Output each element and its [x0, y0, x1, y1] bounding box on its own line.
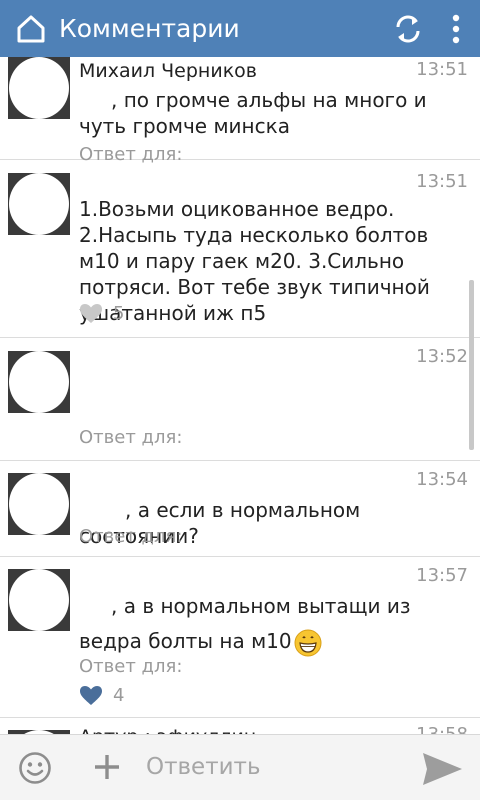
comment-time: 13:51	[416, 171, 468, 192]
comment-item[interactable]: 13:52 Ответ для:	[0, 338, 480, 461]
avatar[interactable]	[8, 173, 70, 235]
comment-text: , а в нормальном вытащи из ведра болты н…	[79, 589, 439, 659]
reply-composer	[0, 734, 480, 800]
reply-to-label: Ответ для:	[79, 656, 183, 677]
scrollbar[interactable]	[469, 280, 474, 450]
like-button[interactable]: 5	[79, 303, 124, 324]
like-count: 4	[113, 685, 125, 706]
send-icon[interactable]	[420, 750, 464, 788]
plus-icon[interactable]	[92, 752, 122, 782]
comment-author[interactable]: Михаил Черников	[79, 58, 471, 84]
avatar[interactable]	[8, 569, 70, 631]
comment-item[interactable]: 13:54 , а если в нормальном состоянии? О…	[0, 461, 480, 557]
reply-to-label: Ответ для:	[79, 427, 183, 448]
reply-to-label: Ответ для:	[79, 526, 183, 547]
home-icon[interactable]	[14, 12, 48, 46]
avatar[interactable]	[8, 57, 70, 119]
smiley-icon[interactable]	[18, 751, 52, 785]
comment-text: , по громче альфы на много и чуть громче…	[79, 88, 427, 138]
app-header: Комментарии	[0, 0, 480, 57]
comment-item[interactable]: Артур : эфиуллин 13:58	[0, 718, 480, 734]
grinning-face-icon	[294, 629, 322, 656]
comments-feed[interactable]: Михаил Черников 13:51 , по громче альфы …	[0, 57, 480, 734]
overflow-menu-icon[interactable]	[446, 9, 466, 49]
comment-item[interactable]: 13:57 , а в нормальном вытащи из ведра б…	[0, 557, 480, 718]
comment-time: 13:54	[416, 469, 468, 490]
comment-item[interactable]: 13:51 1.Возьми оцикованное ведро. 2.Насы…	[0, 160, 480, 338]
heart-icon	[80, 304, 102, 323]
heart-icon	[80, 686, 102, 705]
comment-text-body: , а в нормальном вытащи из ведра болты н…	[79, 594, 411, 653]
comment-time: 13:57	[416, 565, 468, 586]
comment-item[interactable]: Михаил Черников 13:51 , по громче альфы …	[0, 57, 480, 165]
comment-author[interactable]: Артур : эфиуллин	[79, 724, 471, 734]
comment-time: 13:58	[416, 724, 468, 734]
like-button[interactable]: 4	[79, 685, 124, 706]
avatar[interactable]	[8, 473, 70, 535]
avatar[interactable]	[8, 351, 70, 413]
comment-time: 13:51	[416, 59, 468, 80]
reply-input[interactable]	[146, 747, 396, 787]
refresh-icon[interactable]	[388, 9, 428, 49]
page-title: Комментарии	[59, 14, 240, 43]
like-count: 5	[113, 303, 125, 324]
comment-text: 1.Возьми оцикованное ведро. 2.Насыпь туд…	[79, 197, 430, 325]
comment-time: 13:52	[416, 346, 468, 367]
